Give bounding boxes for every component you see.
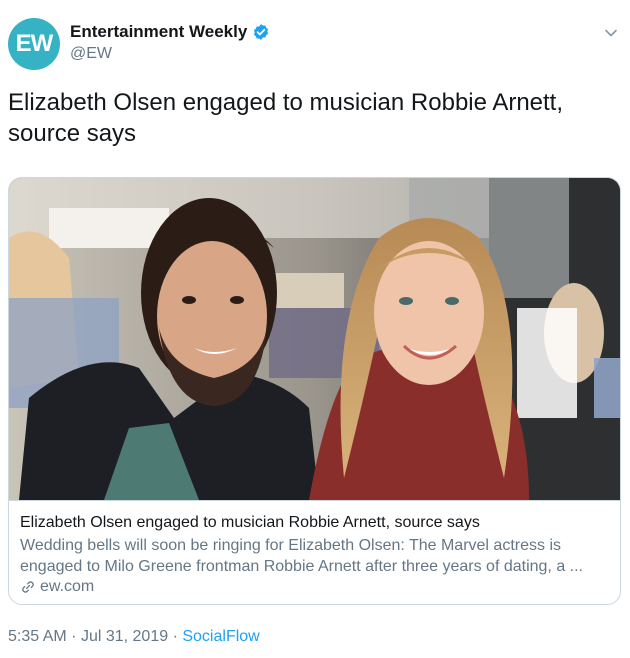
avatar-text: EW xyxy=(15,30,54,57)
tweet-source-link[interactable]: SocialFlow xyxy=(182,628,259,645)
tweet-meta: 5:35 AM · Jul 31, 2019 · SocialFlow xyxy=(8,628,260,646)
verified-badge-icon xyxy=(254,24,269,40)
tweet: EW Entertainment Weekly @EW Elizabeth Ol… xyxy=(0,0,630,658)
avatar[interactable]: EW xyxy=(8,18,60,70)
meta-separator: · xyxy=(172,628,178,645)
meta-separator: · xyxy=(71,628,77,645)
link-icon xyxy=(22,581,34,593)
link-card[interactable]: Elizabeth Olsen engaged to musician Robb… xyxy=(8,177,621,605)
card-domain: ew.com xyxy=(20,578,609,596)
card-body: Elizabeth Olsen engaged to musician Robb… xyxy=(9,501,620,596)
display-name[interactable]: Entertainment Weekly xyxy=(70,22,247,42)
tweet-date[interactable]: Jul 31, 2019 xyxy=(81,628,168,645)
card-image[interactable] xyxy=(9,178,620,501)
tweet-text: Elizabeth Olsen engaged to musician Robb… xyxy=(8,89,564,147)
tweet-time[interactable]: 5:35 AM xyxy=(8,628,67,645)
name-row: Entertainment Weekly xyxy=(70,22,270,42)
card-photo xyxy=(9,178,620,500)
card-title: Elizabeth Olsen engaged to musician Robb… xyxy=(20,514,480,531)
user-handle[interactable]: @EW xyxy=(70,45,270,63)
chevron-down-icon[interactable] xyxy=(604,26,618,40)
author-info: Entertainment Weekly @EW xyxy=(70,22,270,63)
card-domain-text: ew.com xyxy=(40,578,95,595)
card-description: Wedding bells will soon be ringing for E… xyxy=(20,537,583,575)
